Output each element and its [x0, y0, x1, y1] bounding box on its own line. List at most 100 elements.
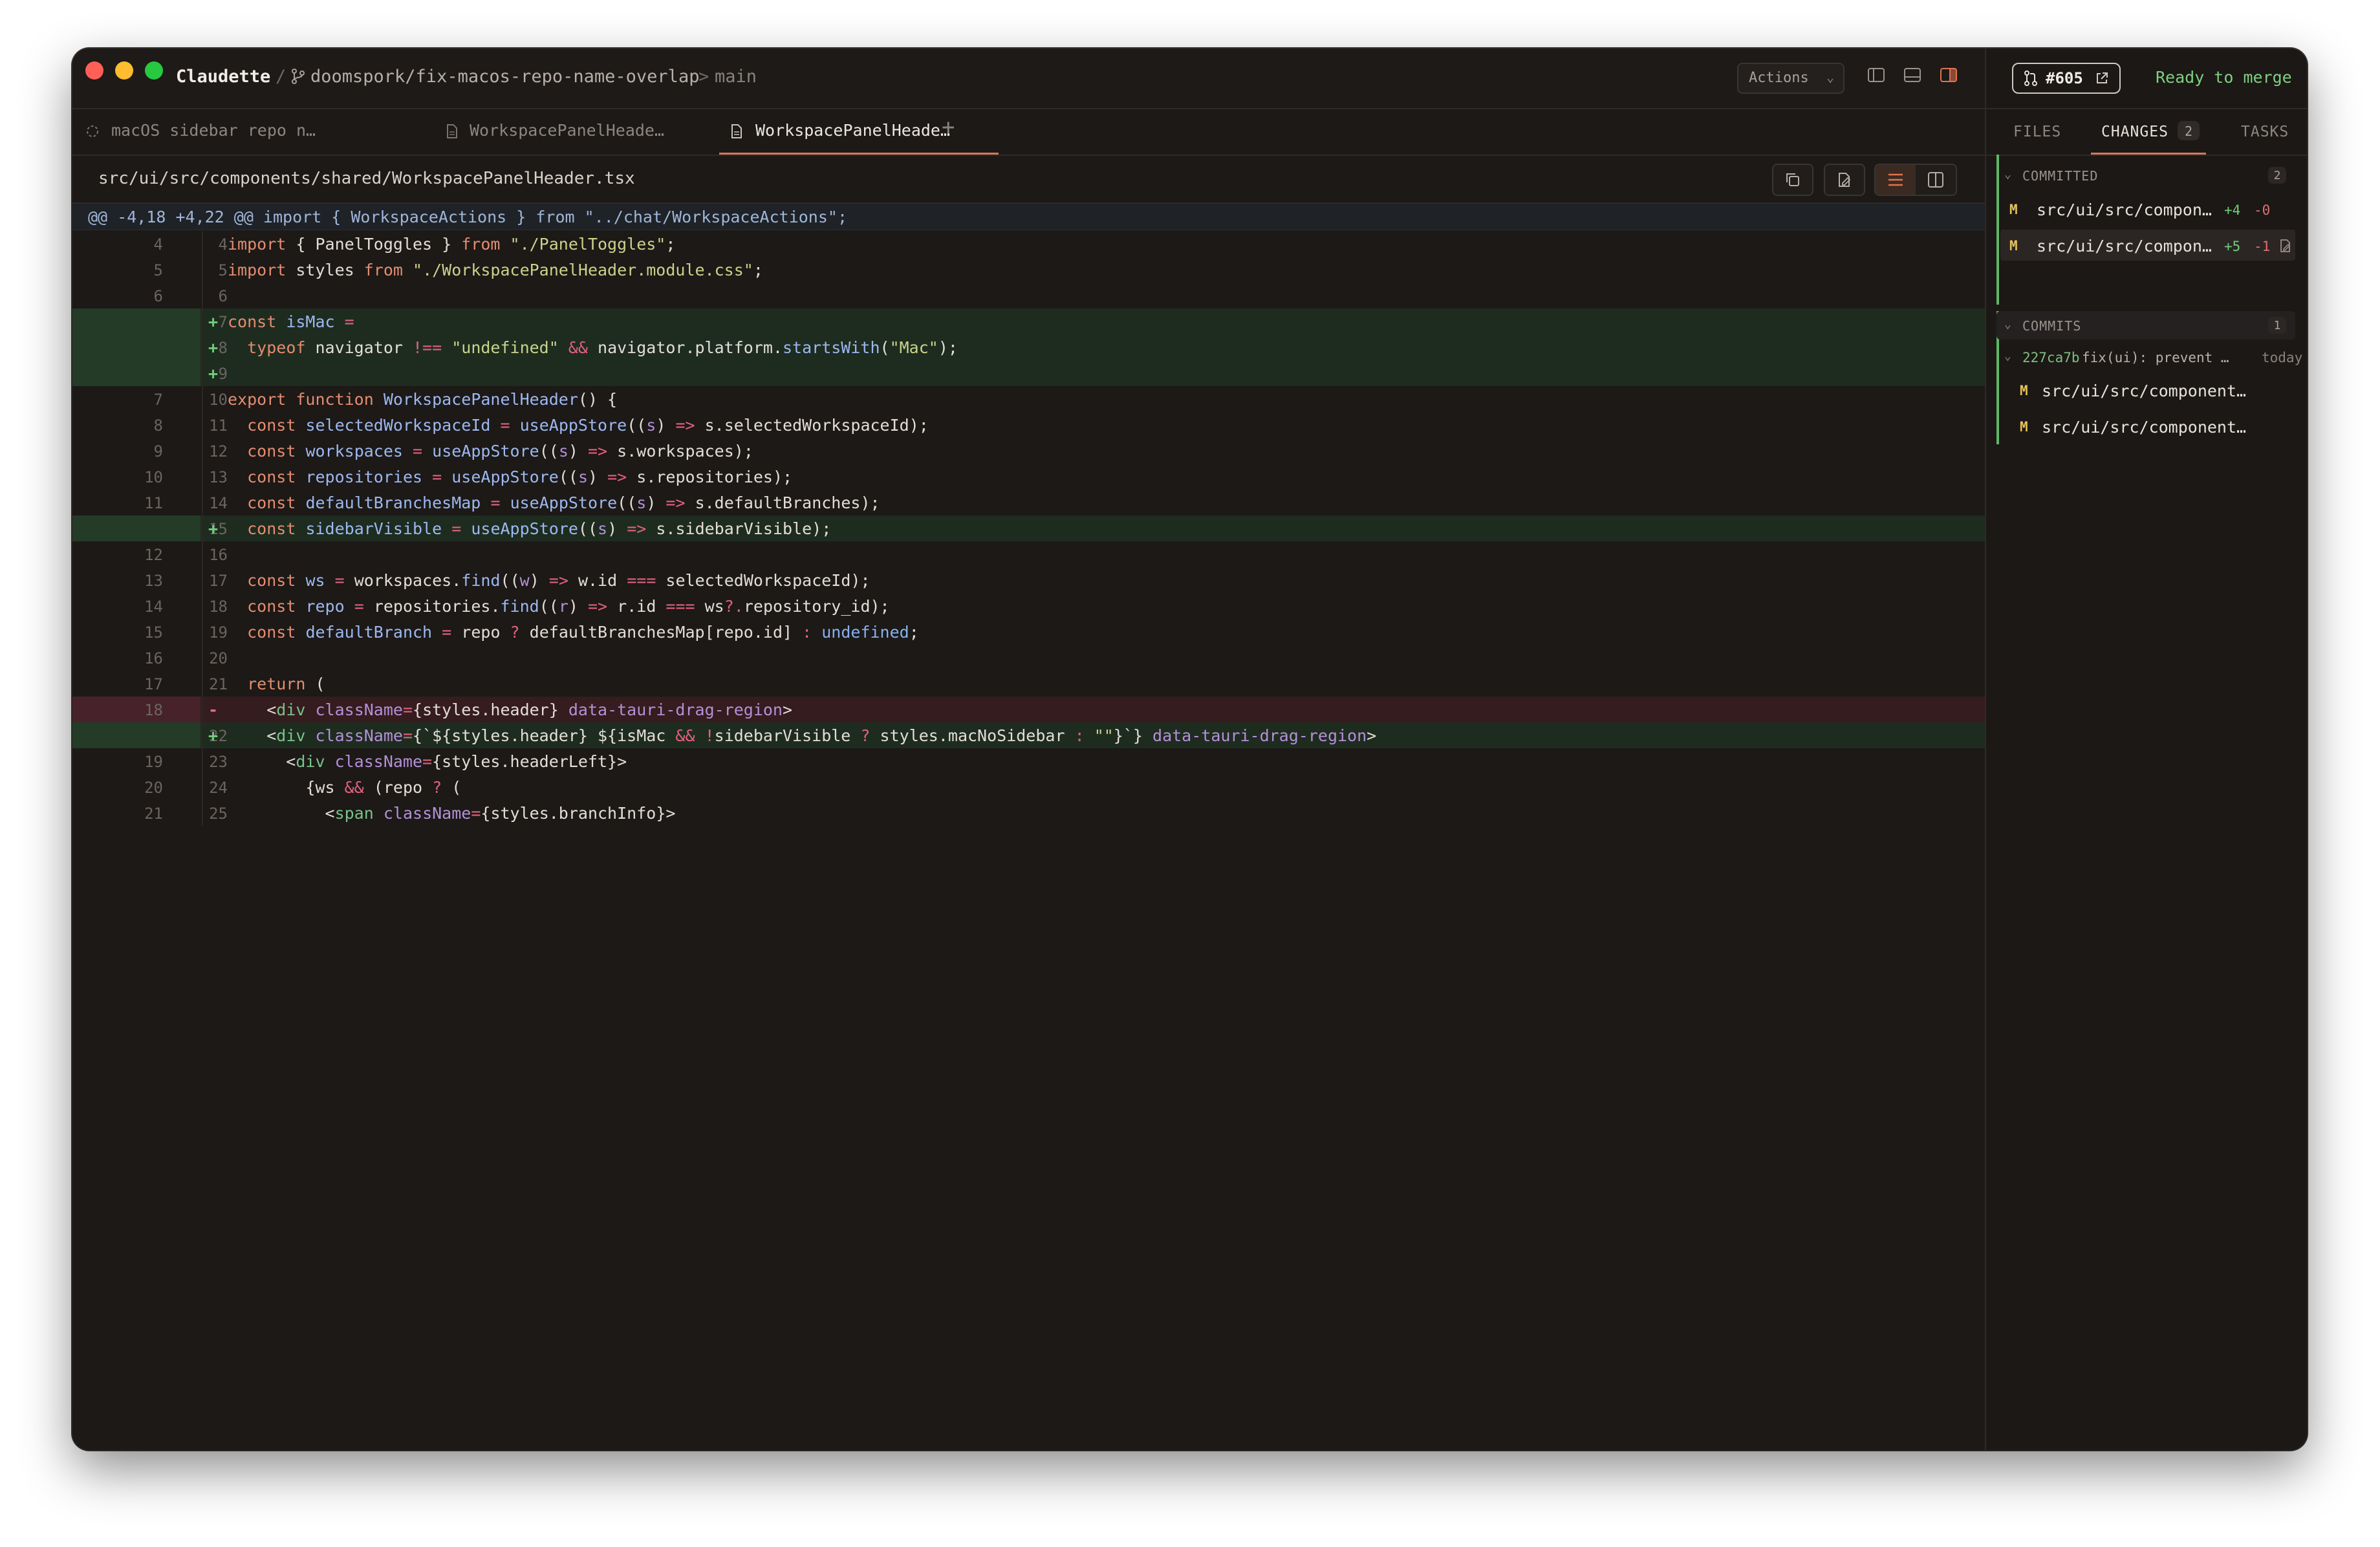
- committed-section-header[interactable]: ⌄ COMMITTED 2: [1996, 161, 2295, 189]
- tab-label: FILES: [2013, 124, 2062, 140]
- open-in-editor-button[interactable]: [1824, 164, 1865, 196]
- base-branch-name[interactable]: main: [715, 67, 757, 87]
- new-line-number: 5: [218, 261, 228, 279]
- tab-file-1[interactable]: WorkspacePanelHeade…: [436, 108, 695, 155]
- edit-file-icon[interactable]: [2278, 239, 2293, 253]
- diff-line: 14 18 const repo = repositories.find((r)…: [72, 593, 1985, 619]
- old-line-number: 19: [144, 753, 163, 771]
- file-name: src/ui/src/component…: [2042, 418, 2247, 437]
- file-icon: [731, 124, 742, 138]
- code-text: import { PanelToggles } from "./PanelTog…: [228, 235, 676, 254]
- commits-section-header[interactable]: ⌄ COMMITS 1: [1996, 311, 2295, 340]
- pull-request-badge[interactable]: #605: [2012, 63, 2121, 94]
- close-window-button[interactable]: [85, 61, 103, 80]
- chevron-down-icon: ⌄: [1826, 69, 1834, 85]
- old-line-number: 10: [144, 468, 163, 486]
- changed-file-row[interactable]: M src/ui/src/compon… +4 -0: [2000, 193, 2295, 224]
- edit-file-icon: [1839, 173, 1851, 187]
- file-path: src/ui/src/components/shared/WorkspacePa…: [98, 169, 635, 188]
- tab-files[interactable]: FILES: [2013, 108, 2065, 155]
- copy-button[interactable]: [1772, 164, 1813, 196]
- code-text: const repositories = useAppStore((s) => …: [247, 468, 793, 486]
- external-link-icon: [2097, 72, 2108, 83]
- code-text: <div className={`${styles.header} ${isMa…: [228, 726, 1377, 745]
- old-line-number: 11: [144, 494, 163, 512]
- new-line-number: 19: [209, 623, 228, 642]
- old-line-number: 20: [144, 779, 163, 797]
- diff-line: 8 11 const selectedWorkspaceId = useAppS…: [72, 412, 1985, 438]
- diff-line: 17 21 return (: [72, 671, 1985, 697]
- old-line-number: 14: [144, 598, 163, 616]
- added-marker: +: [208, 519, 219, 538]
- new-line-number: 14: [209, 494, 228, 512]
- file-name: src/ui/src/component…: [2042, 382, 2247, 400]
- code-text: <div className={styles.header} data-taur…: [228, 700, 793, 719]
- added-marker: +: [208, 312, 219, 331]
- spinner-icon: [87, 125, 98, 137]
- unified-view-button[interactable]: [1876, 165, 1916, 195]
- diff-line: 15 19 const defaultBranch = repo ? defau…: [72, 619, 1985, 645]
- commit-file-row[interactable]: M src/ui/src/component…: [2020, 411, 2291, 442]
- file-name: src/ui/src/compon…: [2037, 200, 2212, 219]
- minimize-window-button[interactable]: [115, 61, 133, 80]
- old-line-number: 5: [153, 261, 163, 279]
- toggle-bottom-panel-icon[interactable]: [1901, 64, 1923, 86]
- hunk-header-text: @@ -4,18 +4,22 @@ import { WorkspaceActi…: [88, 208, 847, 226]
- tab-changes[interactable]: CHANGES 2: [2091, 108, 2206, 155]
- tab-file-2-active[interactable]: WorkspacePanelHeade…: [719, 108, 999, 155]
- commit-sha: 227ca7b: [2022, 350, 2080, 365]
- title-bar: Claudette / doomspork/fix-macos-repo-nam…: [72, 49, 1985, 109]
- code-text: <div className={styles.headerLeft}>: [228, 752, 627, 771]
- old-line-number: 15: [144, 623, 163, 642]
- diff-line: 20 24 {ws && (repo ? (: [72, 774, 1985, 800]
- tab-chat-session[interactable]: macOS sidebar repo n…: [72, 108, 357, 155]
- editor-tabs: macOS sidebar repo n… WorkspacePanelHead…: [72, 108, 1985, 155]
- new-line-number: 18: [209, 598, 228, 616]
- code-text: const ws = workspaces.find((w) => w.id =…: [247, 571, 871, 590]
- section-label: COMMITTED: [2022, 168, 2099, 184]
- chevron-down-icon: ⌄: [2004, 318, 2011, 331]
- toggle-right-sidebar-icon[interactable]: [1938, 64, 1960, 86]
- zoom-window-button[interactable]: [145, 61, 163, 80]
- diff-line: 12 16: [72, 541, 1985, 567]
- merge-status: Ready to merge: [2156, 68, 2292, 87]
- changed-file-row-selected[interactable]: M src/ui/src/compon… +5 -1: [2000, 230, 2295, 261]
- split-view-icon: [1928, 172, 1943, 188]
- chevron-down-icon: ⌄: [2004, 349, 2011, 363]
- commit-row[interactable]: ⌄ 227ca7b fix(ui): prevent … today: [2000, 343, 2302, 372]
- old-line-number: 13: [144, 572, 163, 590]
- new-line-number: 12: [209, 442, 228, 460]
- branch-name[interactable]: doomspork/fix-macos-repo-name-overlap: [310, 67, 699, 87]
- pr-status-bar: #605 Ready to merge: [1986, 49, 2307, 109]
- tab-label: WorkspacePanelHeade…: [470, 121, 665, 140]
- diff-line-added: 15 + const sidebarVisible = useAppStore(…: [72, 515, 1985, 541]
- new-line-number: 17: [209, 572, 228, 590]
- new-line-number: 4: [218, 235, 228, 254]
- diff-line: 19 23 <div className={styles.headerLeft}…: [72, 748, 1985, 774]
- hunk-header: @@ -4,18 +4,22 @@ import { WorkspaceActi…: [72, 204, 1985, 230]
- code-text: typeof navigator !== "undefined" && navi…: [247, 338, 958, 357]
- code-text: <span className={styles.branchInfo}>: [228, 804, 676, 823]
- old-line-number: 21: [144, 805, 163, 823]
- pull-request-number: #605: [2046, 69, 2083, 87]
- split-view-button[interactable]: [1916, 165, 1956, 195]
- base-separator: >: [698, 67, 709, 87]
- diff-line: 10 13 const repositories = useAppStore((…: [72, 464, 1985, 490]
- tab-tasks[interactable]: TASKS: [2241, 108, 2293, 155]
- diff-line: 9 12 const workspaces = useAppStore((s) …: [72, 438, 1985, 464]
- new-tab-button[interactable]: +: [942, 114, 955, 140]
- old-line-number: 16: [144, 649, 163, 667]
- commit-message: fix(ui): prevent …: [2082, 350, 2229, 365]
- tab-label: WorkspacePanelHeade…: [755, 121, 951, 140]
- changes-count-badge: 2: [2178, 121, 2200, 140]
- old-line-number: 18: [144, 701, 163, 719]
- diff-line: 6 6: [72, 283, 1985, 308]
- actions-dropdown[interactable]: Actions ⌄: [1737, 63, 1844, 94]
- app-name: Claudette: [176, 67, 271, 87]
- removed-marker: -: [208, 700, 219, 719]
- new-line-number: 20: [209, 649, 228, 667]
- tab-label: macOS sidebar repo n…: [111, 121, 316, 140]
- commit-file-row[interactable]: M src/ui/src/component…: [2020, 374, 2291, 406]
- toggle-left-sidebar-icon[interactable]: [1865, 64, 1887, 86]
- new-line-number: 24: [209, 779, 228, 797]
